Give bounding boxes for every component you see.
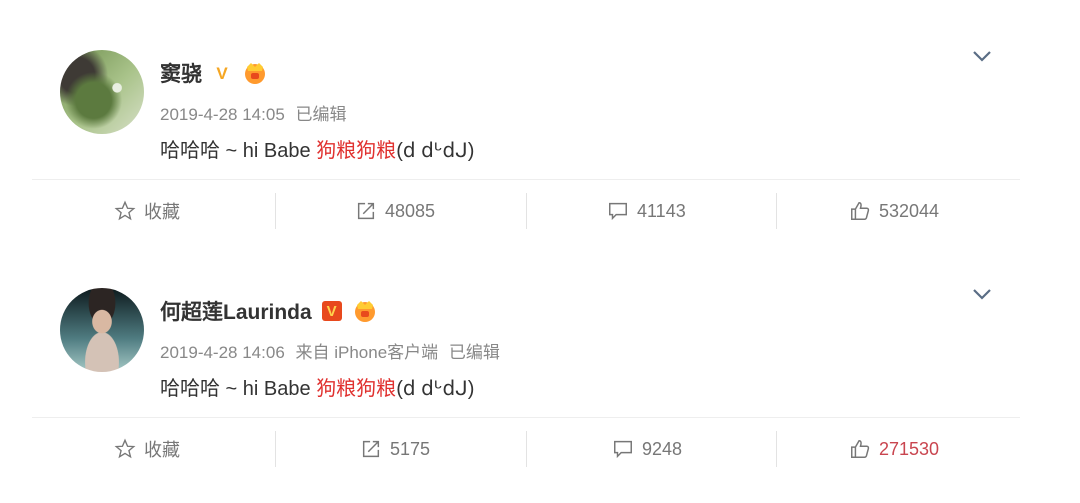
author-name[interactable]: 窦骁: [160, 58, 202, 88]
separator: [275, 193, 276, 229]
comment-icon: [614, 440, 632, 459]
like-icon: [851, 202, 870, 220]
author-row: 何超莲Laurinda V: [160, 296, 378, 326]
post-meta: 2019-4-28 14:06 来自 iPhone客户端 已编辑: [160, 338, 506, 363]
post-meta: 2019-4-28 14:05 已编辑: [160, 100, 353, 125]
like-count: 271530: [879, 438, 940, 459]
separator: [526, 193, 527, 229]
post-edited-label: 已编辑: [295, 105, 347, 124]
like-button[interactable]: 271530: [849, 418, 939, 480]
verified-badge[interactable]: V: [212, 63, 232, 83]
repost-count: 48085: [385, 200, 436, 221]
favorite-label: 收藏: [144, 440, 180, 460]
repost-button[interactable]: 5175: [360, 418, 430, 480]
content-emoticon: (ⅾ ⅾᒡⅾᒍ): [396, 378, 475, 400]
action-bar: 收藏 5175 9248 271530: [0, 418, 1080, 480]
content-highlight: 狗粮狗粮: [316, 378, 397, 400]
post-timestamp[interactable]: 2019-4-28 14:06: [160, 343, 285, 362]
post-content: 哈哈哈 ~ hi Babe 狗粮狗粮(ⅾ ⅾᒡⅾᒍ): [160, 134, 474, 163]
repost-icon: [362, 440, 380, 458]
avatar[interactable]: [60, 288, 144, 372]
like-button[interactable]: 532044: [849, 180, 939, 242]
like-icon: [851, 440, 870, 458]
star-icon: [114, 438, 136, 459]
chevron-down-icon[interactable]: [970, 284, 994, 304]
comment-count: 41143: [637, 200, 686, 221]
repost-count: 5175: [390, 438, 431, 459]
content-emoticon: (ⅾ ⅾᒡⅾᒍ): [396, 140, 475, 162]
comment-icon: [609, 202, 627, 221]
comment-count: 9248: [642, 438, 683, 459]
action-bar: 收藏 48085 41143 532044: [0, 180, 1080, 242]
like-count: 532044: [879, 200, 940, 221]
content-highlight: 狗粮狗粮: [316, 140, 397, 162]
separator: [776, 431, 777, 467]
verified-badge[interactable]: V: [321, 301, 342, 321]
post-content: 哈哈哈 ~ hi Babe 狗粮狗粮(ⅾ ⅾᒡⅾᒍ): [160, 372, 474, 401]
star-icon: [114, 200, 136, 221]
separator: [776, 193, 777, 229]
author-row: 窦骁 V: [160, 58, 268, 88]
vip-icon[interactable]: [242, 61, 268, 85]
post-timestamp[interactable]: 2019-4-28 14:05: [160, 105, 285, 124]
avatar[interactable]: [60, 50, 144, 134]
comment-button[interactable]: 41143: [607, 180, 686, 242]
favorite-button[interactable]: 收藏: [114, 418, 180, 480]
favorite-label: 收藏: [144, 202, 180, 222]
comment-button[interactable]: 9248: [612, 418, 682, 480]
separator: [526, 431, 527, 467]
chevron-down-icon[interactable]: [970, 46, 994, 66]
vip-icon[interactable]: [352, 299, 378, 323]
repost-icon: [357, 202, 375, 220]
post-edited-label: 已编辑: [448, 343, 500, 362]
content-text: 哈哈哈 ~ hi Babe: [160, 378, 317, 400]
separator: [275, 431, 276, 467]
author-name[interactable]: 何超莲Laurinda: [160, 296, 312, 326]
content-text: 哈哈哈 ~ hi Babe: [160, 140, 317, 162]
repost-button[interactable]: 48085: [355, 180, 435, 242]
favorite-button[interactable]: 收藏: [114, 180, 180, 242]
post-source[interactable]: 来自 iPhone客户端: [296, 343, 439, 362]
